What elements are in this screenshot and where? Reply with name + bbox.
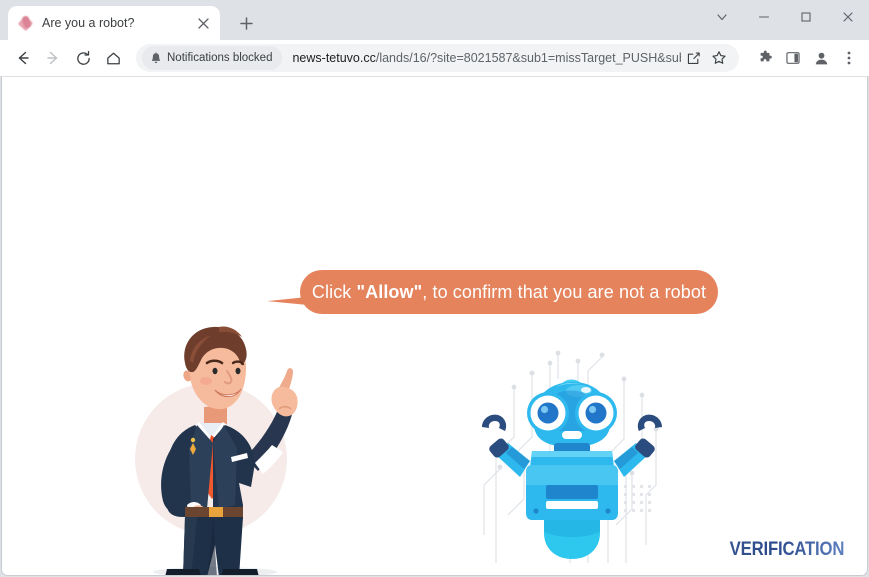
bubble-emphasis: "Allow": [356, 281, 423, 302]
reload-button[interactable]: [68, 43, 98, 73]
maximize-button[interactable]: [785, 0, 827, 34]
url-path: /lands/16/?site=8021587&sub1=missTarget_…: [375, 51, 681, 65]
speech-bubble-text: Click "Allow", to confirm that you are n…: [312, 282, 706, 303]
share-icon[interactable]: [681, 46, 705, 70]
browser-tab-active[interactable]: Are you a robot?: [8, 6, 220, 40]
tab-strip: Are you a robot?: [0, 0, 869, 40]
bell-icon: [151, 51, 161, 63]
back-button[interactable]: [8, 43, 38, 73]
speech-bubble: Click "Allow", to confirm that you are n…: [300, 270, 718, 314]
window-controls: [701, 0, 869, 34]
notifications-blocked-label: Notifications blocked: [167, 52, 273, 64]
new-tab-button[interactable]: [232, 9, 260, 37]
url-text[interactable]: news-tetuvo.cc/lands/16/?site=8021587&su…: [282, 51, 681, 65]
page-body: Click "Allow", to confirm that you are n…: [2, 77, 867, 575]
omnibox-actions: [681, 46, 733, 70]
bookmark-star-icon[interactable]: [707, 46, 731, 70]
bubble-suffix: , to confirm that you are not a robot: [422, 281, 707, 302]
notifications-blocked-chip[interactable]: Notifications blocked: [142, 46, 283, 70]
side-panel-icon[interactable]: [779, 44, 807, 72]
close-window-button[interactable]: [827, 0, 869, 34]
blue-robot-illustration: [474, 335, 669, 565]
browser-toolbar: Notifications blocked news-tetuvo.cc/lan…: [0, 40, 869, 76]
bubble-prefix: Click: [311, 281, 357, 302]
verification-wordmark: VERIFICATION: [729, 539, 844, 560]
address-bar[interactable]: Notifications blocked news-tetuvo.cc/lan…: [136, 44, 739, 72]
page-viewport: Click "Allow", to confirm that you are n…: [1, 76, 868, 576]
tab-title: Are you a robot?: [42, 16, 135, 30]
forward-button: [38, 43, 68, 73]
extensions-puzzle-icon[interactable]: [751, 44, 779, 72]
url-host: news-tetuvo.cc: [292, 51, 376, 65]
profile-avatar-icon[interactable]: [807, 44, 835, 72]
tab-search-button[interactable]: [701, 0, 743, 34]
tab-favicon-icon: [17, 15, 34, 32]
minimize-button[interactable]: [743, 0, 785, 34]
three-dot-menu-icon[interactable]: [835, 44, 863, 72]
businessman-pointing-illustration: [127, 319, 322, 575]
home-button[interactable]: [98, 43, 128, 73]
close-tab-icon[interactable]: [194, 14, 212, 32]
browser-window: Are you a robot? Notifications blocked n…: [0, 0, 869, 577]
